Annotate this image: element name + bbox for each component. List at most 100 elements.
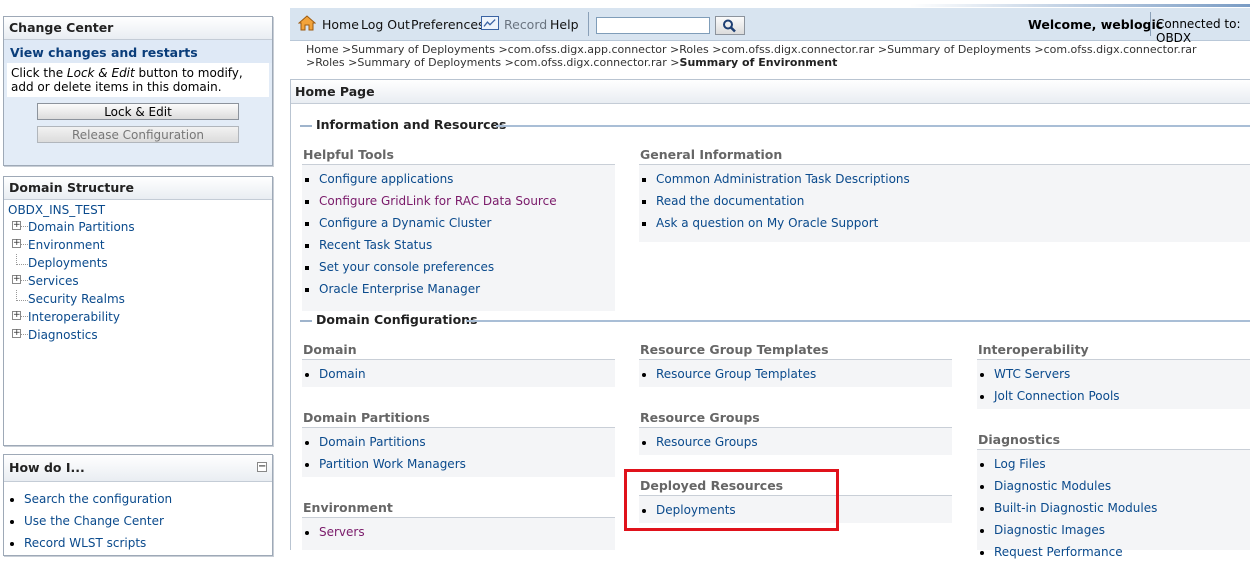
tool-link[interactable]: Configure a Dynamic Cluster	[319, 216, 491, 230]
connected-text: Connected to: OBDX	[1156, 17, 1241, 45]
top-gradient-bar	[910, 4, 1250, 7]
list-item[interactable]: WTC Servers	[994, 363, 1250, 385]
change-center-panel: Change Center View changes and restarts …	[3, 16, 273, 166]
list-item[interactable]: Log Files	[994, 453, 1250, 475]
expand-icon[interactable]: +	[12, 239, 21, 248]
config-link[interactable]: Built-in Diagnostic Modules	[994, 501, 1157, 515]
expand-icon[interactable]: +	[12, 275, 21, 284]
group-resource-group-templates: Resource Group Templates Resource Group …	[639, 341, 952, 387]
view-changes-link[interactable]: View changes and restarts	[4, 40, 272, 63]
how-do-i-link[interactable]: Use the Change Center	[24, 514, 164, 528]
info-link[interactable]: Common Administration Task Descriptions	[656, 172, 910, 186]
config-link[interactable]: Request Performance	[994, 545, 1123, 559]
change-center-description: Click the Lock & Edit button to modify, …	[7, 63, 269, 97]
list-item[interactable]: Domain Partitions	[319, 431, 615, 453]
group-title: Domain Partitions	[302, 409, 615, 428]
group-title: Environment	[302, 499, 615, 518]
group-title: Domain	[302, 341, 615, 360]
group-environment: Environment Servers	[302, 499, 615, 550]
logout-link[interactable]: Log Out	[361, 17, 410, 32]
section-domain-configurations: Domain Configurations	[300, 312, 1250, 328]
home-link[interactable]: Home	[322, 17, 359, 32]
record-icon[interactable]	[481, 16, 499, 30]
tree-label[interactable]: Deployments	[28, 256, 108, 270]
how-do-i-link[interactable]: Record WLST scripts	[24, 536, 146, 550]
list-item[interactable]: Configure GridLink for RAC Data Source	[319, 190, 615, 212]
list-item[interactable]: Record WLST scripts	[24, 532, 272, 554]
list-item[interactable]: Diagnostic Modules	[994, 475, 1250, 497]
collapse-icon[interactable]: −	[257, 462, 267, 472]
list-item[interactable]: Recent Task Status	[319, 234, 615, 256]
list-item[interactable]: Partition Work Managers	[319, 453, 615, 475]
tool-link[interactable]: Recent Task Status	[319, 238, 432, 252]
config-link[interactable]: WTC Servers	[994, 367, 1070, 381]
how-do-i-link[interactable]: Search the configuration	[24, 492, 172, 506]
how-do-i-label: How do I...	[9, 460, 85, 475]
change-center-title: Change Center	[4, 17, 272, 40]
list-item[interactable]: Read the documentation	[656, 190, 1250, 212]
tree-node-deployments[interactable]: Deployments	[8, 254, 272, 272]
list-item[interactable]: Diagnostic Images	[994, 519, 1250, 541]
list-item[interactable]: Common Administration Task Descriptions	[656, 168, 1250, 190]
group-domain: Domain Domain	[302, 341, 615, 387]
domain-structure-title: Domain Structure	[4, 177, 272, 200]
tree-label[interactable]: Security Realms	[28, 292, 125, 306]
config-link[interactable]: Domain Partitions	[319, 435, 426, 449]
list-item[interactable]: Jolt Connection Pools	[994, 385, 1250, 407]
tool-link[interactable]: Configure applications	[319, 172, 453, 186]
search-button[interactable]	[715, 16, 745, 35]
list-item[interactable]: Configure applications	[319, 168, 615, 190]
tree-node-environment[interactable]: + Environment	[8, 236, 272, 254]
expand-icon[interactable]: +	[12, 221, 21, 230]
info-link[interactable]: Ask a question on My Oracle Support	[656, 216, 878, 230]
tool-link[interactable]: Configure GridLink for RAC Data Source	[319, 194, 557, 208]
config-link[interactable]: Resource Group Templates	[656, 367, 816, 381]
help-link[interactable]: Help	[550, 17, 579, 32]
tree-node-interoperability[interactable]: + Interoperability	[8, 308, 272, 326]
list-item[interactable]: Request Performance	[994, 541, 1250, 563]
list-item[interactable]: Ask a question on My Oracle Support	[656, 212, 1250, 234]
config-link[interactable]: Domain	[319, 367, 366, 381]
list-item[interactable]: Domain	[319, 363, 615, 385]
tree-label[interactable]: Services	[28, 274, 79, 288]
home-icon[interactable]	[298, 15, 316, 31]
search-input[interactable]	[596, 17, 710, 34]
config-link[interactable]: Diagnostic Modules	[994, 479, 1111, 493]
config-link[interactable]: Partition Work Managers	[319, 457, 466, 471]
info-link[interactable]: Read the documentation	[656, 194, 804, 208]
config-link[interactable]: Servers	[319, 525, 365, 539]
tree-label[interactable]: Diagnostics	[28, 328, 98, 342]
expand-icon[interactable]: +	[12, 329, 21, 338]
list-item[interactable]: Use the Change Center	[24, 510, 272, 532]
tree-node-services[interactable]: + Services	[8, 272, 272, 290]
record-link[interactable]: Record	[504, 17, 547, 32]
list-item[interactable]: Configure a Dynamic Cluster	[319, 212, 615, 234]
tree-label[interactable]: Environment	[28, 238, 105, 252]
preferences-link[interactable]: Preferences	[411, 17, 485, 32]
list-item[interactable]: Resource Group Templates	[656, 363, 952, 385]
list-item[interactable]: Built-in Diagnostic Modules	[994, 497, 1250, 519]
config-link[interactable]: Jolt Connection Pools	[994, 389, 1120, 403]
tree-node-domain-partitions[interactable]: + Domain Partitions	[8, 218, 272, 236]
expand-icon[interactable]: +	[12, 311, 21, 320]
list-item[interactable]: Search the configuration	[24, 488, 272, 510]
config-link[interactable]: Diagnostic Images	[994, 523, 1105, 537]
tree-label[interactable]: Interoperability	[28, 310, 120, 324]
list-item[interactable]: Resource Groups	[656, 431, 952, 453]
list-item[interactable]: Set your console preferences	[319, 256, 615, 278]
lock-edit-button[interactable]: Lock & Edit	[37, 103, 239, 120]
tree-node-security-realms[interactable]: Security Realms	[8, 290, 272, 308]
config-link[interactable]: Log Files	[994, 457, 1046, 471]
config-link[interactable]: Resource Groups	[656, 435, 758, 449]
tree-root[interactable]: OBDX_INS_TEST	[8, 203, 272, 218]
tool-link[interactable]: Oracle Enterprise Manager	[319, 282, 480, 296]
group-title: Resource Group Templates	[639, 341, 952, 360]
group-title: General Information	[639, 146, 1250, 165]
tree-node-diagnostics[interactable]: + Diagnostics	[8, 326, 272, 344]
tool-link[interactable]: Set your console preferences	[319, 260, 494, 274]
tree-label[interactable]: Domain Partitions	[28, 220, 135, 234]
release-configuration-button[interactable]: Release Configuration	[37, 126, 239, 143]
section-label: Domain Configurations	[316, 312, 482, 327]
list-item[interactable]: Oracle Enterprise Manager	[319, 278, 615, 300]
list-item[interactable]: Servers	[319, 521, 615, 543]
